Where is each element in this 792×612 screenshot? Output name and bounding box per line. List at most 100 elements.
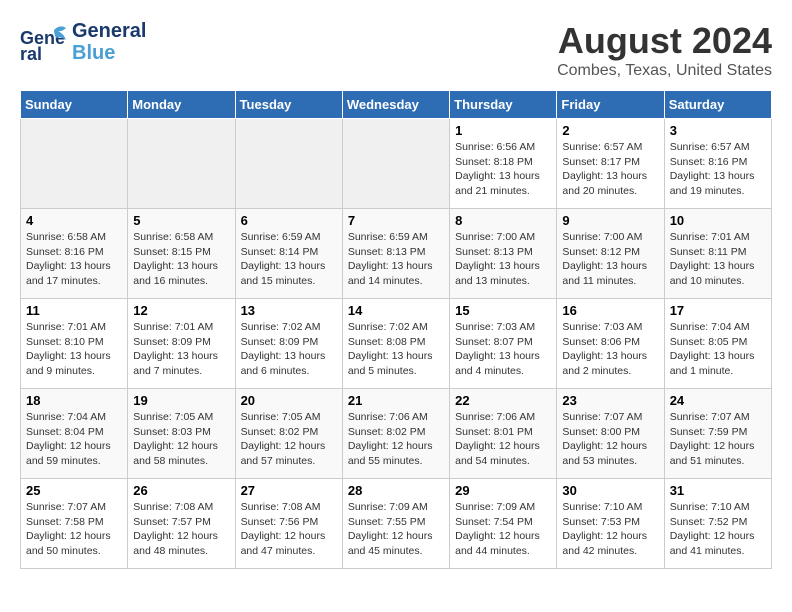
weekday-header-row: SundayMondayTuesdayWednesdayThursdayFrid…	[21, 91, 772, 119]
calendar-cell: 21 Sunrise: 7:06 AM Sunset: 8:02 PM Dayli…	[342, 389, 449, 479]
day-info: Sunrise: 7:08 AM Sunset: 7:56 PM Dayligh…	[241, 500, 337, 559]
day-number: 24	[670, 393, 766, 408]
title-block: August 2024 Combes, Texas, United States	[557, 20, 772, 80]
calendar-cell: 19Sunrise: 7:05 AM Sunset: 8:03 PM Dayli…	[128, 389, 235, 479]
day-number: 30	[562, 483, 658, 498]
day-number: 21	[348, 393, 444, 408]
day-number: 15	[455, 303, 551, 318]
day-info: Sunrise: 7:05 AM Sunset: 8:02 PM Dayligh…	[241, 410, 337, 469]
day-number: 27	[241, 483, 337, 498]
day-info: Sunrise: 7:04 AM Sunset: 8:04 PM Dayligh…	[26, 410, 122, 469]
calendar-cell	[128, 119, 235, 209]
calendar-cell	[235, 119, 342, 209]
day-info: Sunrise: 7:07 AM Sunset: 7:58 PM Dayligh…	[26, 500, 122, 559]
weekday-header-wednesday: Wednesday	[342, 91, 449, 119]
day-info: Sunrise: 7:06 AM Sunset: 8:02 PM Dayligh…	[348, 410, 444, 469]
day-number: 6	[241, 213, 337, 228]
day-number: 14	[348, 303, 444, 318]
weekday-header-friday: Friday	[557, 91, 664, 119]
calendar-cell: 5Sunrise: 6:58 AM Sunset: 8:15 PM Daylig…	[128, 209, 235, 299]
day-info: Sunrise: 7:03 AM Sunset: 8:07 PM Dayligh…	[455, 320, 551, 379]
page-header: Gene ral General Blue August 2024 Combes…	[20, 20, 772, 80]
location: Combes, Texas, United States	[557, 62, 772, 80]
day-info: Sunrise: 6:58 AM Sunset: 8:16 PM Dayligh…	[26, 230, 122, 289]
day-number: 1	[455, 123, 551, 138]
day-number: 12	[133, 303, 229, 318]
day-number: 3	[670, 123, 766, 138]
day-info: Sunrise: 7:04 AM Sunset: 8:05 PM Dayligh…	[670, 320, 766, 379]
calendar-cell: 12Sunrise: 7:01 AM Sunset: 8:09 PM Dayli…	[128, 299, 235, 389]
calendar-cell: 20 Sunrise: 7:05 AM Sunset: 8:02 PM Dayli…	[235, 389, 342, 479]
svg-text:ral: ral	[20, 44, 42, 62]
day-info: Sunrise: 7:10 AM Sunset: 7:53 PM Dayligh…	[562, 500, 658, 559]
weekday-header-thursday: Thursday	[450, 91, 557, 119]
day-number: 29	[455, 483, 551, 498]
weekday-header-saturday: Saturday	[664, 91, 771, 119]
day-number: 26	[133, 483, 229, 498]
day-info: Sunrise: 7:00 AM Sunset: 8:13 PM Dayligh…	[455, 230, 551, 289]
calendar-cell: 9Sunrise: 7:00 AM Sunset: 8:12 PM Daylig…	[557, 209, 664, 299]
day-info: Sunrise: 7:08 AM Sunset: 7:57 PM Dayligh…	[133, 500, 229, 559]
calendar-cell: 11 Sunrise: 7:01 AM Sunset: 8:10 PM Dayli…	[21, 299, 128, 389]
logo-line1: General	[72, 20, 146, 42]
day-info: Sunrise: 7:01 AM Sunset: 8:11 PM Dayligh…	[670, 230, 766, 289]
day-info: Sunrise: 7:00 AM Sunset: 8:12 PM Dayligh…	[562, 230, 658, 289]
calendar-cell: 7 Sunrise: 6:59 AM Sunset: 8:13 PM Daylig…	[342, 209, 449, 299]
calendar-cell: 1Sunrise: 6:56 AM Sunset: 8:18 PM Daylig…	[450, 119, 557, 209]
day-number: 4	[26, 213, 122, 228]
day-number: 11	[26, 303, 122, 318]
day-info: Sunrise: 6:57 AM Sunset: 8:16 PM Dayligh…	[670, 140, 766, 199]
day-number: 19	[133, 393, 229, 408]
calendar-cell: 22 Sunrise: 7:06 AM Sunset: 8:01 PM Dayli…	[450, 389, 557, 479]
calendar-cell: 2 Sunrise: 6:57 AM Sunset: 8:17 PM Daylig…	[557, 119, 664, 209]
calendar-week-5: 25Sunrise: 7:07 AM Sunset: 7:58 PM Dayli…	[21, 479, 772, 569]
day-info: Sunrise: 7:01 AM Sunset: 8:10 PM Dayligh…	[26, 320, 122, 379]
weekday-header-sunday: Sunday	[21, 91, 128, 119]
calendar-cell	[342, 119, 449, 209]
weekday-header-monday: Monday	[128, 91, 235, 119]
day-info: Sunrise: 7:09 AM Sunset: 7:55 PM Dayligh…	[348, 500, 444, 559]
day-number: 23	[562, 393, 658, 408]
day-info: Sunrise: 7:07 AM Sunset: 8:00 PM Dayligh…	[562, 410, 658, 469]
calendar-cell: 25Sunrise: 7:07 AM Sunset: 7:58 PM Dayli…	[21, 479, 128, 569]
calendar-cell: 13 Sunrise: 7:02 AM Sunset: 8:09 PM Dayli…	[235, 299, 342, 389]
calendar-cell: 31Sunrise: 7:10 AM Sunset: 7:52 PM Dayli…	[664, 479, 771, 569]
calendar-cell: 15 Sunrise: 7:03 AM Sunset: 8:07 PM Dayli…	[450, 299, 557, 389]
day-number: 22	[455, 393, 551, 408]
day-number: 2	[562, 123, 658, 138]
calendar-table: SundayMondayTuesdayWednesdayThursdayFrid…	[20, 90, 772, 569]
day-info: Sunrise: 6:58 AM Sunset: 8:15 PM Dayligh…	[133, 230, 229, 289]
weekday-header-tuesday: Tuesday	[235, 91, 342, 119]
day-info: Sunrise: 7:02 AM Sunset: 8:09 PM Dayligh…	[241, 320, 337, 379]
day-number: 31	[670, 483, 766, 498]
calendar-cell	[21, 119, 128, 209]
calendar-week-3: 11 Sunrise: 7:01 AM Sunset: 8:10 PM Dayli…	[21, 299, 772, 389]
calendar-week-2: 4 Sunrise: 6:58 AM Sunset: 8:16 PM Daylig…	[21, 209, 772, 299]
day-info: Sunrise: 6:59 AM Sunset: 8:13 PM Dayligh…	[348, 230, 444, 289]
day-info: Sunrise: 6:57 AM Sunset: 8:17 PM Dayligh…	[562, 140, 658, 199]
day-number: 28	[348, 483, 444, 498]
calendar-cell: 27 Sunrise: 7:08 AM Sunset: 7:56 PM Dayli…	[235, 479, 342, 569]
calendar-cell: 3 Sunrise: 6:57 AM Sunset: 8:16 PM Daylig…	[664, 119, 771, 209]
day-info: Sunrise: 7:06 AM Sunset: 8:01 PM Dayligh…	[455, 410, 551, 469]
day-number: 8	[455, 213, 551, 228]
day-info: Sunrise: 6:59 AM Sunset: 8:14 PM Dayligh…	[241, 230, 337, 289]
day-number: 7	[348, 213, 444, 228]
calendar-cell: 23 Sunrise: 7:07 AM Sunset: 8:00 PM Dayli…	[557, 389, 664, 479]
calendar-cell: 4 Sunrise: 6:58 AM Sunset: 8:16 PM Daylig…	[21, 209, 128, 299]
day-number: 13	[241, 303, 337, 318]
day-info: Sunrise: 7:07 AM Sunset: 7:59 PM Dayligh…	[670, 410, 766, 469]
day-number: 20	[241, 393, 337, 408]
day-number: 18	[26, 393, 122, 408]
day-info: Sunrise: 7:03 AM Sunset: 8:06 PM Dayligh…	[562, 320, 658, 379]
day-info: Sunrise: 7:09 AM Sunset: 7:54 PM Dayligh…	[455, 500, 551, 559]
calendar-cell: 18 Sunrise: 7:04 AM Sunset: 8:04 PM Dayli…	[21, 389, 128, 479]
calendar-week-4: 18 Sunrise: 7:04 AM Sunset: 8:04 PM Dayli…	[21, 389, 772, 479]
month-title: August 2024	[557, 20, 772, 62]
logo: Gene ral General Blue	[20, 20, 146, 64]
calendar-cell: 6 Sunrise: 6:59 AM Sunset: 8:14 PM Daylig…	[235, 209, 342, 299]
calendar-cell: 16Sunrise: 7:03 AM Sunset: 8:06 PM Dayli…	[557, 299, 664, 389]
day-info: Sunrise: 7:02 AM Sunset: 8:08 PM Dayligh…	[348, 320, 444, 379]
calendar-cell: 28 Sunrise: 7:09 AM Sunset: 7:55 PM Dayli…	[342, 479, 449, 569]
calendar-cell: 24 Sunrise: 7:07 AM Sunset: 7:59 PM Dayli…	[664, 389, 771, 479]
